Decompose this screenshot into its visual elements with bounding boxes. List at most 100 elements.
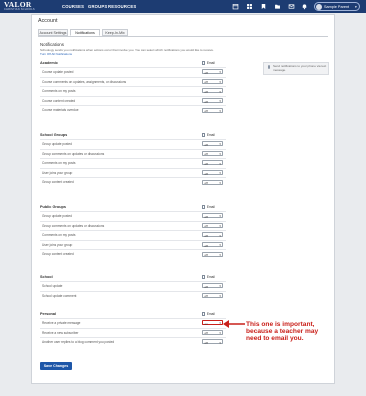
chevron-down-icon: ▾ [219, 293, 221, 298]
email-column-header: Email [202, 275, 215, 279]
select-value: off [204, 99, 208, 104]
select-value: off [204, 224, 208, 229]
email-all-checkbox[interactable] [202, 61, 206, 65]
avatar [316, 4, 322, 10]
annotation-arrow [223, 320, 245, 328]
group-heading: Personal [40, 312, 57, 316]
email-frequency-select[interactable]: off ▾ [202, 160, 223, 166]
chevron-down-icon: ▾ [219, 330, 221, 335]
email-frequency-select[interactable]: off ▾ [202, 179, 223, 185]
notification-row-label: Group comments on updates or discussions [42, 151, 105, 156]
chevron-down-icon: ▾ [219, 233, 221, 238]
annotation-note: This one is important, because a teacher… [246, 321, 318, 343]
email-column-header: Email [202, 312, 215, 316]
email-frequency-select[interactable]: off ▾ [202, 232, 223, 238]
calendar-icon[interactable] [232, 3, 239, 10]
envelope-icon[interactable] [288, 3, 295, 10]
folder-icon[interactable] [274, 3, 281, 10]
select-value: off [204, 284, 208, 289]
chevron-down-icon: ▾ [219, 340, 221, 345]
annotation-line-2: because a teacher may [246, 328, 319, 336]
notification-row-label: Group comments on updates or discussions [42, 223, 105, 228]
save-changes-button[interactable]: Save Changes [40, 362, 72, 370]
select-value: off [204, 214, 208, 219]
chevron-down-icon: ▾ [355, 4, 357, 9]
notification-row-label: Course update posted [42, 70, 74, 74]
chevron-down-icon: ▾ [219, 243, 221, 248]
email-frequency-select[interactable]: on ▾ [202, 320, 223, 326]
turn-off-all-link[interactable]: Turn Off All Notifications [40, 52, 72, 56]
email-frequency-select[interactable]: off ▾ [202, 98, 223, 104]
chevron-down-icon: ▾ [219, 284, 221, 289]
notification-row-label: Group update posted [42, 142, 72, 146]
email-frequency-select[interactable]: off ▾ [202, 242, 223, 248]
bell-icon[interactable] [301, 3, 308, 10]
tab-account-settings[interactable]: Account Settings [38, 29, 68, 36]
nav-resources[interactable]: RESOURCES [108, 4, 136, 9]
select-value: off [204, 253, 208, 258]
email-frequency-select[interactable]: off ▾ [202, 78, 223, 85]
annotation-line-1: This one is important, [246, 321, 315, 328]
user-menu-button[interactable]: Sample Parent ▾ [314, 2, 360, 11]
email-frequency-select[interactable]: off ▾ [202, 222, 223, 229]
select-value: off [204, 80, 208, 85]
chevron-down-icon: ▾ [219, 99, 221, 104]
email-all-checkbox[interactable] [202, 312, 206, 316]
email-frequency-select[interactable]: off ▾ [202, 339, 223, 345]
notification-row-label: Course materials overdue [42, 108, 79, 113]
email-frequency-select[interactable]: off ▾ [202, 141, 223, 147]
email-frequency-select[interactable]: off ▾ [202, 329, 223, 336]
email-frequency-select[interactable]: off ▾ [202, 69, 223, 75]
tab-keep-in-mix[interactable]: Keep-In-Mix [102, 29, 128, 36]
chevron-down-icon: ▾ [219, 142, 221, 147]
select-value: off [204, 171, 208, 176]
phone-icon [268, 65, 270, 69]
notification-row-label: User joins your group [42, 170, 73, 175]
chevron-down-icon: ▾ [219, 180, 221, 185]
grid-icon[interactable] [246, 3, 253, 10]
notification-row-label: School update [42, 284, 63, 288]
email-frequency-select[interactable]: off ▾ [202, 283, 223, 289]
select-value: off [204, 70, 208, 75]
sms-info-box: Send notifications to your phone via tex… [263, 62, 329, 75]
select-value: off [204, 233, 208, 238]
notification-row-label: Comments on my posts [42, 89, 76, 94]
nav-courses[interactable]: COURSES [62, 4, 84, 9]
notification-row-label: Course content created [42, 98, 76, 103]
email-all-checkbox[interactable] [202, 133, 206, 137]
email-frequency-select[interactable]: off ▾ [202, 251, 223, 258]
email-frequency-select[interactable]: off ▾ [202, 88, 223, 94]
email-column-label: Email [206, 205, 215, 209]
bookmark-icon[interactable] [260, 3, 267, 10]
tab-notifications[interactable]: Notifications [70, 29, 100, 36]
email-column-header: Email [202, 61, 215, 65]
email-column-header: Email [202, 205, 215, 209]
select-value: off [204, 340, 208, 345]
school-logo[interactable]: VALOR [4, 1, 32, 9]
notification-row-label: Receive a new subscriber [42, 330, 79, 335]
email-all-checkbox[interactable] [202, 205, 206, 209]
email-column-label: Email [206, 312, 215, 316]
email-frequency-select[interactable]: off ▾ [202, 107, 223, 114]
email-column-label: Email [206, 61, 215, 65]
group-heading: Public Groups [40, 205, 66, 209]
email-frequency-select[interactable]: off ▾ [202, 150, 223, 156]
select-value: off [204, 161, 208, 166]
notification-row-label: Course comments on updates, assignments,… [42, 79, 127, 84]
email-column-label: Email [206, 133, 215, 137]
nav-groups[interactable]: GROUPS [88, 4, 107, 9]
chevron-down-icon: ▾ [219, 70, 221, 75]
chevron-down-icon: ▾ [219, 321, 221, 326]
email-all-checkbox[interactable] [202, 275, 206, 279]
select-value: off [204, 331, 208, 336]
chevron-down-icon: ▾ [219, 108, 221, 113]
select-value: off [204, 109, 208, 114]
email-frequency-select[interactable]: off ▾ [202, 292, 223, 298]
email-frequency-select[interactable]: off ▾ [202, 213, 223, 219]
notification-row-label: Group update posted [42, 214, 72, 218]
chevron-down-icon: ▾ [219, 223, 221, 228]
notifications-title: Notifications [40, 42, 64, 47]
email-frequency-select[interactable]: off ▾ [202, 170, 223, 176]
top-navigation-bar: VALOR CHRISTIAN SCHOOLS COURSES GROUPS R… [0, 0, 366, 13]
chevron-down-icon: ▾ [219, 79, 221, 84]
